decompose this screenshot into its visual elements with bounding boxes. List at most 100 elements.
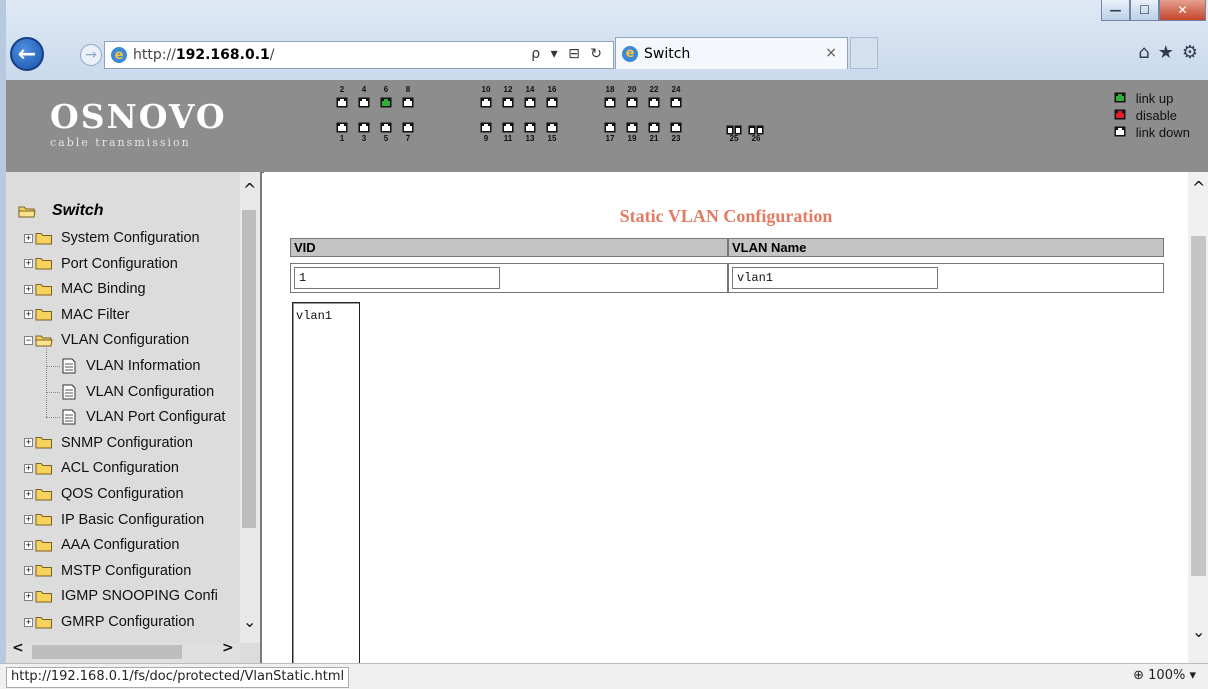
gear-icon[interactable]: ⚙ (1182, 42, 1198, 63)
sidebar-item-mstp-configuration[interactable]: + MSTP Configuration (24, 559, 191, 583)
ie-icon: e (111, 47, 127, 63)
sidebar-subitem-vlan-configuration[interactable]: VLAN Configuration (62, 380, 214, 404)
home-icon[interactable]: ⌂ (1138, 42, 1149, 63)
port-4[interactable] (358, 97, 370, 108)
port-number: 8 (405, 85, 411, 94)
sidebar-subitem-vlan-port-configurat[interactable]: VLAN Port Configurat (62, 405, 225, 429)
sidebar-item-system-configuration[interactable]: + System Configuration (24, 226, 200, 250)
sidebar-item-label: MSTP Configuration (61, 562, 192, 579)
tree-connector (46, 346, 47, 418)
close-button[interactable]: ✕ (1159, 0, 1206, 21)
port-13[interactable] (524, 122, 536, 133)
main-scroll-thumb[interactable] (1191, 236, 1206, 576)
vlan-name-input[interactable]: vlan1 (732, 267, 938, 289)
port-19[interactable] (626, 122, 638, 133)
list-item[interactable]: vlan1 (296, 309, 356, 323)
chevron-right-icon[interactable]: > (222, 640, 234, 656)
zoom-control[interactable]: ⊕ 100% ▾ (1133, 668, 1196, 683)
back-button[interactable]: ← (10, 37, 44, 71)
expand-icon[interactable]: + (24, 463, 33, 473)
address-actions[interactable]: ρ ▾ ⊟ ↻ (531, 46, 605, 62)
port-6[interactable] (380, 97, 392, 108)
tab-close-icon[interactable]: × (825, 45, 837, 61)
tab-switch[interactable]: e Switch × (615, 37, 848, 69)
document-icon (62, 384, 76, 400)
port-status-icon (1114, 108, 1136, 123)
expand-icon[interactable]: + (24, 515, 33, 525)
port-1[interactable] (336, 122, 348, 133)
port-2[interactable] (336, 97, 348, 108)
star-icon[interactable]: ★ (1158, 42, 1174, 63)
expand-icon[interactable]: + (24, 617, 33, 627)
chevron-down-icon: ▾ (1189, 668, 1196, 683)
folder-icon (35, 257, 53, 270)
port-number: 2 (339, 85, 345, 94)
port-23[interactable] (670, 122, 682, 133)
port-18[interactable] (604, 97, 616, 108)
address-text[interactable]: http://192.168.0.1/ (133, 47, 275, 63)
port-16[interactable] (546, 97, 558, 108)
sidebar-item-port-configuration[interactable]: + Port Configuration (24, 252, 178, 276)
sidebar-item-qos-configuration[interactable]: + QOS Configuration (24, 482, 184, 506)
port-number: 12 (503, 85, 513, 94)
chevron-down-icon[interactable]: ⌄ (1192, 622, 1205, 641)
sidebar-hscroll-thumb[interactable] (32, 645, 182, 659)
expand-icon[interactable]: + (24, 566, 33, 576)
sidebar-item-mac-binding[interactable]: + MAC Binding (24, 277, 146, 301)
sidebar-item-snmp-configuration[interactable]: + SNMP Configuration (24, 431, 193, 455)
vid-input[interactable]: 1 (294, 267, 500, 289)
chevron-left-icon[interactable]: < (12, 640, 24, 656)
port-3[interactable] (358, 122, 370, 133)
vlan-listbox[interactable]: vlan1 (292, 302, 360, 663)
port-21[interactable] (648, 122, 660, 133)
legend-link-up: link up (1114, 90, 1190, 106)
sidebar-subitem-vlan-information[interactable]: VLAN Information (62, 354, 200, 378)
port-24[interactable] (670, 97, 682, 108)
port-number: 22 (649, 85, 659, 94)
sidebar-item-acl-configuration[interactable]: + ACL Configuration (24, 456, 179, 480)
port-20[interactable] (626, 97, 638, 108)
port-11[interactable] (502, 122, 514, 133)
arrow-right-icon: → (85, 47, 97, 63)
collapse-icon[interactable]: − (24, 335, 33, 345)
expand-icon[interactable]: + (24, 591, 33, 601)
expand-icon[interactable]: + (24, 540, 33, 550)
sidebar-item-label: VLAN Configuration (86, 383, 215, 400)
expand-icon[interactable]: + (24, 438, 33, 448)
port-12[interactable] (502, 97, 514, 108)
address-bar[interactable]: e http://192.168.0.1/ ρ ▾ ⊟ ↻ (104, 41, 614, 69)
port-14[interactable] (524, 97, 536, 108)
port-8[interactable] (402, 97, 414, 108)
port-17[interactable] (604, 122, 616, 133)
sidebar-item-aaa-configuration[interactable]: + AAA Configuration (24, 533, 180, 557)
new-tab-button[interactable] (850, 37, 878, 69)
arrow-left-icon: ← (17, 41, 37, 67)
chevron-up-icon[interactable]: ^ (1192, 178, 1205, 197)
port-9[interactable] (480, 122, 492, 133)
sidebar-item-vlan-configuration[interactable]: − VLAN Configuration (24, 328, 189, 352)
sidebar-item-label: IGMP SNOOPING Confi (61, 588, 218, 605)
expand-icon[interactable]: + (24, 489, 33, 499)
minimize-button[interactable]: — (1101, 0, 1130, 21)
port-5[interactable] (380, 122, 392, 133)
expand-icon[interactable]: + (24, 310, 33, 320)
sidebar-item-igmp-snooping-confi[interactable]: + IGMP SNOOPING Confi (24, 584, 218, 608)
expand-icon[interactable]: + (24, 233, 33, 243)
sidebar-root[interactable]: Switch (18, 202, 104, 220)
sidebar-item-ip-basic-configuration[interactable]: + IP Basic Configuration (24, 508, 204, 532)
forward-button[interactable]: → (80, 44, 102, 66)
sidebar-item-mac-filter[interactable]: + MAC Filter (24, 303, 129, 327)
port-22[interactable] (648, 97, 660, 108)
chevron-up-icon[interactable]: ^ (243, 180, 256, 199)
column-header-vlan-name: VLAN Name (728, 238, 1164, 257)
port-10[interactable] (480, 97, 492, 108)
folder-icon (35, 513, 53, 526)
port-7[interactable] (402, 122, 414, 133)
sidebar-scroll-thumb[interactable] (242, 210, 256, 528)
sidebar-item-gmrp-configuration[interactable]: + GMRP Configuration (24, 610, 195, 634)
expand-icon[interactable]: + (24, 259, 33, 269)
chevron-down-icon[interactable]: ⌄ (243, 612, 256, 631)
port-15[interactable] (546, 122, 558, 133)
maximize-button[interactable]: ☐ (1130, 0, 1159, 21)
expand-icon[interactable]: + (24, 284, 33, 294)
